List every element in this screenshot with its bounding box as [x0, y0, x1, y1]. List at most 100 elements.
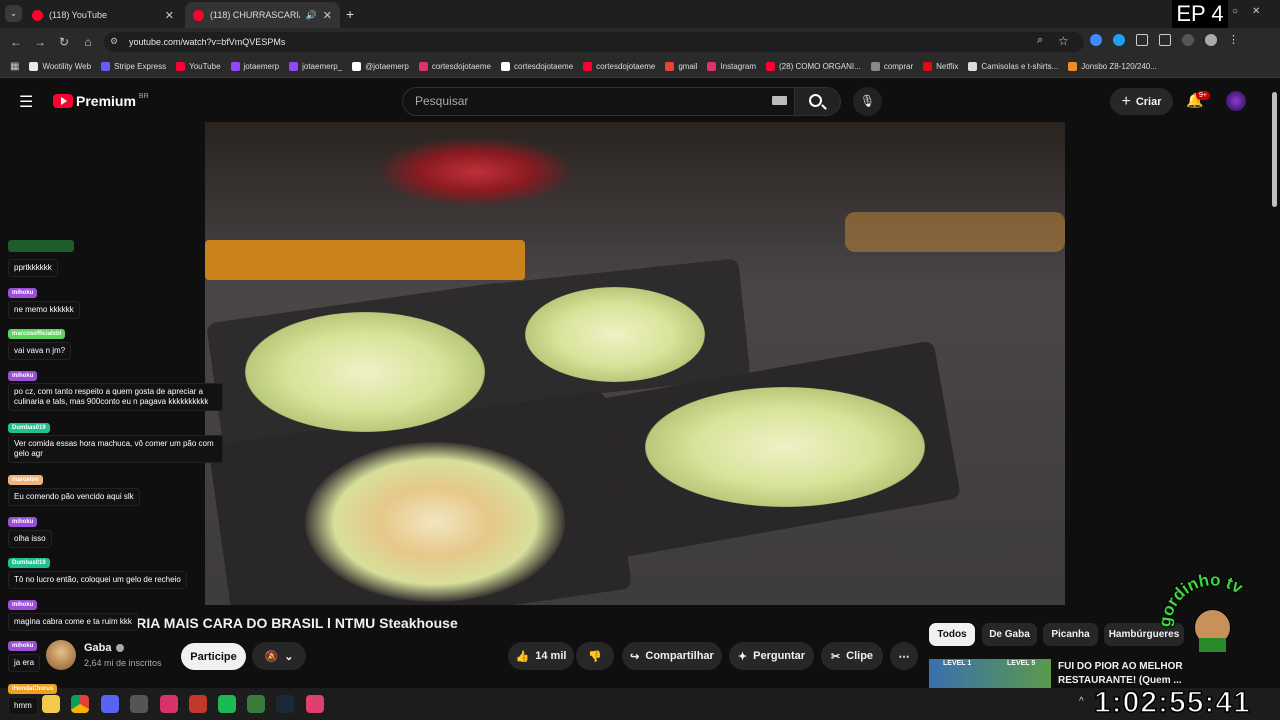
bookmark-favicon-icon	[707, 62, 717, 71]
app-pink-icon[interactable]	[306, 695, 324, 713]
new-tab-button[interactable]: +	[346, 6, 354, 22]
create-button[interactable]: + Criar	[1110, 88, 1173, 115]
bookmark-favicon-icon	[289, 62, 299, 71]
steam-icon[interactable]	[276, 695, 294, 713]
bookmark-label: Wootility Web	[42, 62, 92, 71]
tab-youtube[interactable]: (118) YouTube ✕	[24, 2, 182, 28]
reload-icon[interactable]: ↻	[56, 35, 72, 49]
chat-username: mihoku	[8, 641, 38, 651]
bookmark-favicon-icon	[583, 62, 593, 71]
close-tab-icon[interactable]: ✕	[323, 9, 332, 22]
steam-settings-icon[interactable]	[130, 695, 148, 713]
bookmark-item[interactable]: Camisolas e t-shirts...	[968, 62, 1058, 71]
window-controls[interactable]: ○✕	[1232, 6, 1274, 17]
youtube-logo[interactable]: Premium BR	[53, 93, 149, 109]
youtube-favicon-icon	[32, 9, 43, 21]
chip-de-gaba[interactable]: De Gaba	[982, 623, 1037, 646]
ask-button[interactable]: ✦ Perguntar	[729, 642, 814, 670]
bookmark-item[interactable]: Stripe Express	[101, 62, 166, 71]
search-input[interactable]: Pesquisar	[402, 87, 795, 116]
chat-username: Dumbas019	[8, 558, 50, 568]
bookmark-item[interactable]: Netflix	[923, 62, 958, 71]
dislike-button[interactable]: 👎	[576, 642, 614, 670]
chip-all[interactable]: Todos	[929, 623, 975, 646]
app-a-icon[interactable]	[160, 695, 178, 713]
thumbs-down-icon: 👎	[588, 650, 602, 663]
bookmark-item[interactable]: Jonsbo Z8-120/240...	[1068, 62, 1157, 71]
app-green-icon[interactable]	[247, 695, 265, 713]
page-scrollbar[interactable]	[1272, 92, 1277, 207]
bookmark-item[interactable]: cortesdojotaeme	[501, 62, 573, 71]
channel-avatar[interactable]	[46, 640, 76, 670]
chat-message: marceloo Eu comendo pão vencido aqui slk	[8, 468, 140, 506]
back-icon[interactable]: ←	[8, 35, 24, 49]
address-bar[interactable]: youtube.com/watch?v=bfVmQVESPMs	[104, 32, 1084, 52]
menu-icon[interactable]: ☰	[19, 92, 33, 112]
tab-list-button[interactable]: ⌄	[5, 5, 22, 22]
plus-icon: +	[1121, 92, 1131, 110]
chat-message: mihoku ja era	[8, 634, 41, 672]
gordinho-tv-watermark: gordinho tv	[1154, 569, 1270, 685]
bookmark-label: Jonsbo Z8-120/240...	[1081, 62, 1157, 71]
like-button[interactable]: 👍 14 mil	[508, 642, 574, 670]
share-icon: ↪	[630, 650, 640, 663]
bookmark-item[interactable]: @jotaemerp	[352, 62, 409, 71]
bookmark-label: cortesdojotaeme	[596, 62, 656, 71]
chat-text: ne memo kkkkkk	[8, 301, 80, 319]
site-info-icon[interactable]: ⚙	[110, 36, 118, 47]
bookmark-item[interactable]: Instagram	[707, 62, 756, 71]
subscribed-notify-button[interactable]: 🔕 ⌄	[252, 642, 306, 670]
bookmark-star-icon[interactable]: ☆	[1058, 34, 1069, 48]
channel-name[interactable]: Gaba	[84, 642, 124, 654]
avatar[interactable]	[1226, 91, 1246, 111]
zoom-icon[interactable]: ⌕	[1037, 34, 1043, 47]
chat-text: magina cabra come e ta ruim kkk	[8, 613, 138, 631]
bookmark-item[interactable]: YouTube	[176, 62, 221, 71]
chat-message: Dumbas019 Tô no lucro então, coloquei um …	[8, 551, 187, 589]
bookmark-favicon-icon	[29, 62, 39, 71]
bookmark-favicon-icon	[1068, 62, 1078, 71]
bookmark-item[interactable]: jotaemerp	[230, 62, 279, 71]
bookmark-item[interactable]: cortesdojotaeme	[418, 62, 491, 71]
extension-icons[interactable]: ⋮	[1090, 34, 1240, 46]
chip-picanha[interactable]: Picanha	[1043, 623, 1098, 646]
bookmark-item[interactable]: comprar	[870, 62, 913, 71]
apps-grid-icon[interactable]: ▦	[10, 61, 19, 72]
bell-off-icon: 🔕	[264, 650, 279, 663]
more-actions-button[interactable]: ⋯	[890, 642, 918, 670]
tab-video-active[interactable]: (118) CHURRASCARIA MAIS 🔊 ✕	[185, 2, 340, 28]
audio-icon[interactable]: 🔊	[306, 10, 317, 21]
bookmark-item[interactable]: jotaemerp_	[289, 62, 342, 71]
join-button[interactable]: Participe	[181, 643, 246, 670]
video-player[interactable]	[205, 122, 1065, 605]
chrome-icon[interactable]	[71, 695, 89, 713]
chat-message: mihoku olha isso	[8, 510, 52, 548]
spotify-icon[interactable]	[218, 695, 236, 713]
chat-username: mihoku	[8, 517, 38, 527]
tray-chevron-icon[interactable]: ^	[1079, 696, 1084, 707]
bookmark-favicon-icon	[766, 62, 776, 71]
chat-username	[8, 240, 74, 252]
clip-button[interactable]: ✂ Clipe	[821, 642, 883, 670]
bookmark-item[interactable]: (28) COMO ORGANI...	[766, 62, 861, 71]
region-label: BR	[138, 93, 149, 100]
chevron-down-icon: ⌄	[284, 650, 294, 663]
discord-icon[interactable]	[101, 695, 119, 713]
share-button[interactable]: ↪ Compartilhar	[622, 642, 722, 670]
bookmark-item[interactable]: gmail	[665, 62, 697, 71]
forward-icon[interactable]: →	[32, 35, 48, 49]
bookmark-favicon-icon	[665, 62, 675, 71]
bookmark-item[interactable]: Wootility Web	[29, 62, 91, 71]
app-red-icon[interactable]	[189, 695, 207, 713]
search-button[interactable]	[795, 87, 841, 116]
chat-message: Dumbas019 Ver comida essas hora machuca, …	[8, 416, 223, 463]
home-icon[interactable]: ⌂	[80, 35, 96, 49]
bookmark-label: cortesdojotaeme	[514, 62, 574, 71]
voice-search-button[interactable]: 🎙	[853, 87, 882, 116]
close-tab-icon[interactable]: ✕	[165, 9, 174, 22]
bookmark-favicon-icon	[101, 62, 111, 71]
chat-username: mihoku	[8, 600, 38, 610]
recommended-video-thumbnail[interactable]: LEVEL 1 LEVEL 5	[929, 659, 1051, 689]
bookmark-item[interactable]: cortesdojotaeme	[583, 62, 655, 71]
keyboard-icon[interactable]	[772, 96, 787, 105]
